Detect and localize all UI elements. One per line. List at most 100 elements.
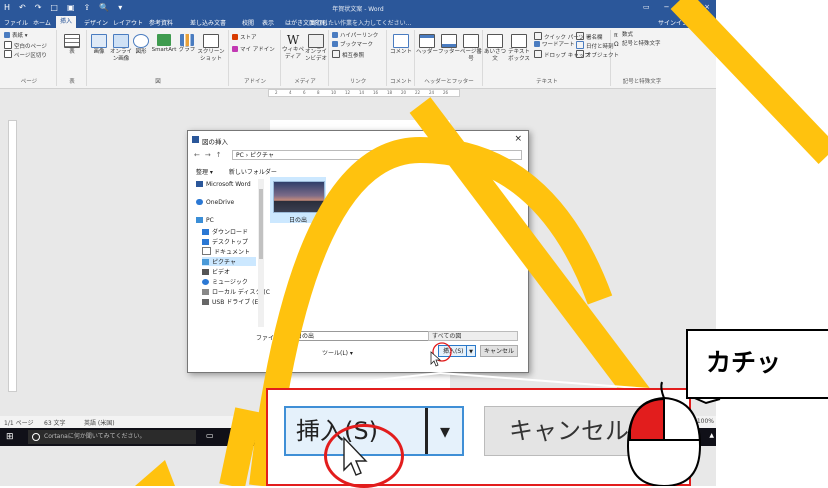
nav-item-downloads[interactable]: ダウンロード <box>202 227 248 236</box>
ruler-tick: 14 <box>359 90 365 95</box>
file-name-input[interactable]: 日の出 <box>292 331 434 341</box>
textbox-button[interactable]: テキストボックス <box>506 34 532 63</box>
zoom-level[interactable]: 100% <box>697 418 714 425</box>
close-icon[interactable]: × <box>514 134 522 144</box>
store-button[interactable]: ストア <box>232 34 257 42</box>
page-number-button[interactable]: ページ番号 <box>460 34 482 63</box>
tab-home[interactable]: ホーム <box>33 18 51 27</box>
file-name-label: 日の出 <box>288 217 307 224</box>
symbol-button[interactable]: Ω 記号と特殊文字 <box>614 41 661 48</box>
table-button[interactable]: 表 <box>62 34 82 56</box>
nav-item-word[interactable]: Microsoft Word <box>196 181 251 188</box>
group-table: 表 表 <box>58 30 87 86</box>
pictures-button[interactable]: 画像 <box>90 34 108 56</box>
online-pictures-button[interactable]: オンライン画像 <box>110 34 132 63</box>
tab-design[interactable]: デザイン <box>84 18 108 27</box>
language[interactable]: 英語 (米国) <box>84 418 115 427</box>
greeting-button[interactable]: あいさつ文 <box>484 34 506 63</box>
tab-references[interactable]: 参考資料 <box>149 18 173 27</box>
new-folder-button[interactable]: 新しいフォルダー <box>229 169 277 176</box>
smartart-button[interactable]: SmartArt <box>150 34 178 54</box>
view-options-icon[interactable]: ▤ ▾ <box>486 166 497 173</box>
share-button[interactable]: 共有 <box>696 18 708 27</box>
chart-button[interactable]: グラフ <box>178 34 196 54</box>
word-count[interactable]: 63 文字 <box>44 418 66 427</box>
cortana-search[interactable]: Cortanaに何か聞いてみてください。 <box>28 430 196 444</box>
file-type-filter[interactable]: すべての図 <box>428 331 518 341</box>
edge-icon[interactable]: e <box>230 429 238 443</box>
wikipedia-icon: W <box>286 33 300 47</box>
dialog-toolbar: 整理 ▾ 新しいフォルダー <box>196 167 291 176</box>
close-button[interactable]: × <box>704 3 710 11</box>
address-path[interactable]: PC › ピクチャ <box>232 150 432 160</box>
page-count[interactable]: 1/1 ページ <box>4 418 33 427</box>
tab-file[interactable]: ファイル <box>4 18 28 27</box>
shapes-button[interactable]: 図形 <box>132 34 150 56</box>
wikipedia-button[interactable]: W ウィキペディア <box>282 34 304 61</box>
title-bar: H ↶ ↷ □ ▣ ⇪ 🔍 ▾ 年賀状文案 - Word ▭ − □ × <box>0 0 716 16</box>
search-input[interactable]: ピクチャの検索 <box>440 150 522 160</box>
screenshot-button[interactable]: スクリーンショット <box>196 34 226 63</box>
nav-item-onedrive[interactable]: OneDrive <box>196 199 234 206</box>
group-label: 表 <box>69 79 75 85</box>
comment-button[interactable]: コメント <box>390 34 412 56</box>
back-icon[interactable]: ← <box>194 151 200 159</box>
tab-view[interactable]: 表示 <box>262 18 274 27</box>
nav-item-documents[interactable]: ドキュメント <box>202 247 250 256</box>
ruler-tick: 20 <box>401 90 407 95</box>
footer-button[interactable]: フッター <box>438 34 460 56</box>
nav-buttons: ← → ↑ <box>194 151 222 159</box>
organize-button[interactable]: 整理 ▾ <box>196 169 213 176</box>
page-number-icon <box>463 34 479 48</box>
dialog-title: 図の挿入 <box>202 138 228 146</box>
nav-item-pictures[interactable]: ピクチャ <box>202 257 256 266</box>
smartart-icon <box>157 34 171 46</box>
tab-insert[interactable]: 挿入 <box>56 16 77 28</box>
task-view-icon[interactable]: ▭ <box>206 431 214 440</box>
forward-icon[interactable]: → <box>205 151 211 159</box>
tools-menu[interactable]: ツール(L) ▾ <box>322 348 353 357</box>
hyperlink-button[interactable]: ハイパーリンク <box>332 32 378 40</box>
help-icon[interactable]: ? <box>512 165 520 173</box>
nav-item-usb[interactable]: USB ドライブ (E:) <box>202 297 263 306</box>
insert-dropdown-icon[interactable]: ▼ <box>466 346 475 356</box>
group-label: 図 <box>155 79 161 85</box>
preview-pane-icon[interactable]: ▯ <box>503 166 506 173</box>
page-break-button[interactable]: ページ区切り <box>4 50 47 60</box>
navigation-pane: Microsoft Word OneDrive PC ダウンロード デスクトップ… <box>196 179 270 327</box>
nav-item-desktop[interactable]: デスクトップ <box>202 237 248 246</box>
ribbon-display-icon[interactable]: ▭ <box>643 3 650 11</box>
tab-review[interactable]: 校閲 <box>242 18 254 27</box>
minimize-button[interactable]: − <box>664 3 670 11</box>
sunrise-thumbnail[interactable] <box>273 181 325 213</box>
ruler-tick: 22 <box>415 90 421 95</box>
maximize-button[interactable]: □ <box>684 3 691 11</box>
nav-item-pc[interactable]: PC <box>196 217 214 224</box>
cancel-button[interactable]: キャンセル <box>480 345 518 357</box>
nav-scrollbar[interactable] <box>258 179 264 327</box>
tab-layout[interactable]: レイアウト <box>113 18 143 27</box>
bookmark-button[interactable]: ブックマーク <box>332 41 373 49</box>
sign-in-link[interactable]: サインイン <box>658 18 688 27</box>
cover-page-button[interactable]: 表紙 ▾ <box>4 32 28 40</box>
group-media: W ウィキペディア オンラインビデオ メディア <box>282 30 329 86</box>
wordart-button[interactable]: ワードアート <box>534 41 575 49</box>
online-video-button[interactable]: オンラインビデオ <box>304 34 328 63</box>
ruler-tick: 8 <box>317 90 320 95</box>
windows-start-icon[interactable]: ⊞ <box>6 432 16 442</box>
cross-reference-button[interactable]: 相互参照 <box>332 50 364 60</box>
up-icon[interactable]: ↑ <box>216 151 222 159</box>
insert-button[interactable]: 挿入(S) ▼ <box>438 345 476 357</box>
header-button[interactable]: ヘッダー <box>416 34 438 56</box>
greeting-icon <box>487 34 503 48</box>
scroll-thumb[interactable] <box>259 189 263 259</box>
click-sound-bubble: カチッ <box>686 329 828 399</box>
nav-item-music[interactable]: ミュージック <box>202 277 248 286</box>
tell-me-input[interactable]: 実行したい作業を入力してください... <box>310 18 411 27</box>
zoom-callout: 挿入(S) ▾ キャンセル <box>266 388 691 488</box>
my-addins-button[interactable]: マイ アドイン <box>232 46 275 54</box>
nav-item-videos[interactable]: ビデオ <box>202 267 230 276</box>
equation-button[interactable]: π 数式 <box>614 32 633 39</box>
tab-mailings[interactable]: 差し込み文書 <box>190 18 226 27</box>
file-explorer-icon[interactable] <box>254 432 263 440</box>
